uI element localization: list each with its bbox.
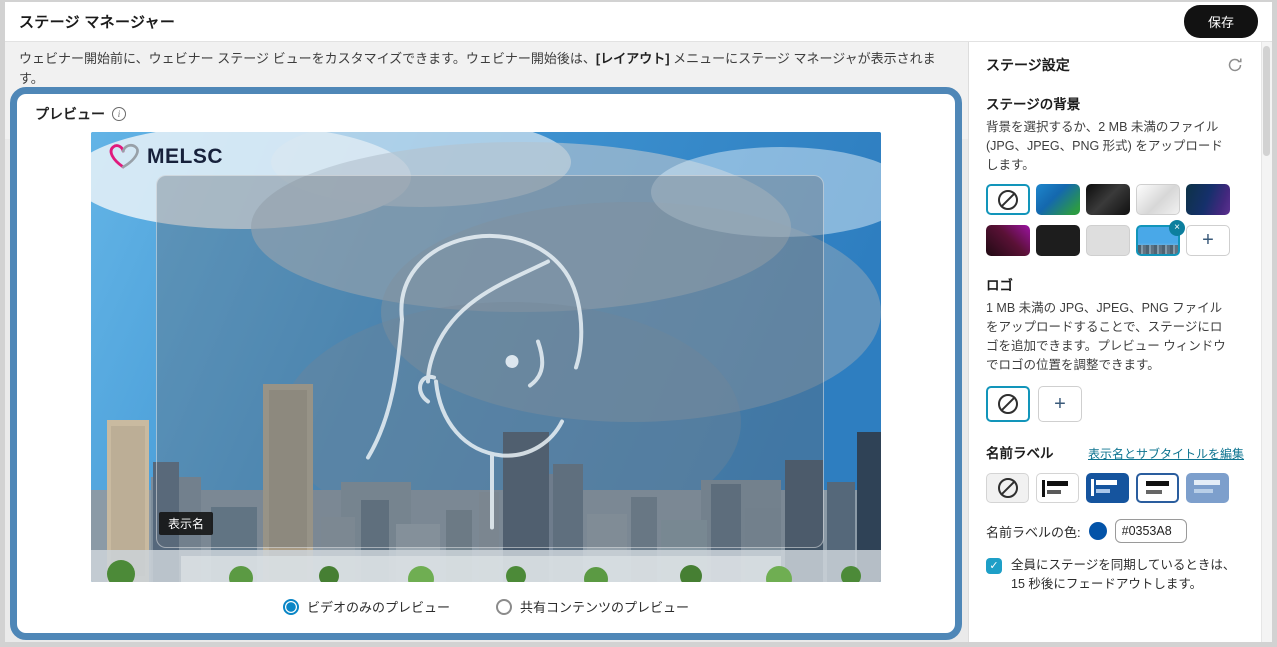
sync-fadeout-label: 全員にステージを同期しているときは、15 秒後にフェードアウトします。 (1011, 556, 1243, 594)
bg-option-light-wave[interactable] (1136, 184, 1180, 215)
window-frame: ステージ マネージャー 保存 ウェビナー開始前に、ウェビナー ステージ ビューを… (0, 0, 1277, 647)
melsc-heart-icon (107, 142, 141, 172)
stage-logo: MELSC (107, 142, 223, 172)
avatar-face-outline (340, 189, 640, 534)
namelabel-option-left-filled[interactable] (1086, 473, 1129, 503)
plus-icon: + (1054, 393, 1066, 416)
color-swatch[interactable] (1089, 522, 1107, 540)
color-value-input[interactable] (1115, 519, 1187, 543)
ban-icon (998, 394, 1018, 414)
refresh-icon[interactable] (1226, 56, 1244, 74)
namelabel-option-left-light[interactable] (1036, 473, 1079, 503)
bg-option-dark-wave[interactable] (1086, 184, 1130, 215)
stage-logo-text: MELSC (147, 145, 223, 169)
ban-icon (998, 190, 1018, 210)
radio-video-only-label: ビデオのみのプレビュー (307, 597, 450, 616)
display-name-tag[interactable]: 表示名 (159, 512, 213, 535)
logo-options-row: + (986, 386, 1244, 422)
background-heading: ステージの背景 (986, 93, 1244, 113)
stage-preview: MELSC (91, 132, 881, 582)
sidebar-title: ステージ設定 (986, 55, 1070, 75)
info-icon[interactable]: i (112, 107, 126, 121)
radio-video-only[interactable]: ビデオのみのプレビュー (283, 597, 450, 616)
stage-manager-app: ステージ マネージャー 保存 ウェビナー開始前に、ウェビナー ステージ ビューを… (5, 2, 1272, 642)
name-label-options-row (986, 473, 1244, 503)
page-title: ステージ マネージャー (19, 11, 175, 32)
main-area: ウェビナー開始前に、ウェビナー ステージ ビューをカスタマイズできます。ウェビナ… (5, 42, 968, 642)
bg-option-red-purple[interactable] (986, 225, 1030, 256)
scrollbar-thumb[interactable] (1263, 46, 1270, 156)
namelabel-option-none[interactable] (986, 473, 1029, 503)
logo-heading: ロゴ (986, 274, 1244, 294)
plus-icon: + (1202, 229, 1214, 252)
bg-add-button[interactable]: + (1186, 225, 1230, 256)
ban-icon (998, 478, 1018, 498)
preview-mode-radios: ビデオのみのプレビュー 共有コンテンツのプレビュー (35, 597, 937, 616)
content: ウェビナー開始前に、ウェビナー ステージ ビューをカスタマイズできます。ウェビナ… (5, 42, 1272, 642)
bg-option-black[interactable] (1036, 225, 1080, 256)
bg-option-light-gray[interactable] (1086, 225, 1130, 256)
banner-line1-pre: ウェビナー開始前に、ウェビナー ステージ ビューをカスタマイズできます。ウェビナ… (19, 51, 596, 66)
bg-option-city-selected[interactable]: × (1136, 225, 1180, 256)
background-description: 背景を選択するか、2 MB 未満のファイル (JPG、JPEG、PNG 形式) … (986, 118, 1234, 174)
sidebar-scrollbar[interactable] (1261, 42, 1272, 642)
radio-shared-content-label: 共有コンテンツのプレビュー (520, 597, 689, 616)
radio-shared-content[interactable]: 共有コンテンツのプレビュー (496, 597, 689, 616)
bg-option-purple-gradient[interactable] (1186, 184, 1230, 215)
logo-description: 1 MB 未満の JPG、JPEG、PNG ファイルをアップロードすることで、ス… (986, 299, 1234, 374)
name-label-heading: 名前ラベル (986, 442, 1054, 462)
radio-unselected-icon (496, 599, 512, 615)
video-placeholder-frame (156, 175, 824, 549)
remove-background-icon[interactable]: × (1169, 220, 1185, 236)
preview-panel: プレビュー i (10, 87, 962, 640)
header: ステージ マネージャー 保存 (5, 2, 1272, 42)
logo-add-button[interactable]: + (1038, 386, 1082, 422)
preview-title: プレビュー (35, 104, 105, 124)
bg-option-none[interactable] (986, 184, 1030, 215)
edit-display-name-link[interactable]: 表示名とサブタイトルを編集 (1088, 445, 1244, 462)
background-options-row1 (986, 184, 1244, 215)
banner-line1-bold: [レイアウト] (596, 51, 670, 66)
name-label-color-row: 名前ラベルの色: (986, 519, 1244, 543)
sync-fadeout-row: ✓ 全員にステージを同期しているときは、15 秒後にフェードアウトします。 (986, 556, 1244, 594)
radio-selected-icon (283, 599, 299, 615)
background-options-row2: × + (986, 225, 1244, 256)
namelabel-option-center-outlined-selected[interactable] (1136, 473, 1179, 503)
logo-option-none[interactable] (986, 386, 1030, 422)
checkbox-checked-icon[interactable]: ✓ (986, 558, 1002, 574)
save-button[interactable]: 保存 (1184, 5, 1258, 38)
name-label-color-label: 名前ラベルの色: (986, 522, 1081, 541)
stage-settings-sidebar: ステージ設定 ステージの背景 背景を選択するか、2 MB 未満のファイル (JP… (968, 42, 1272, 642)
bg-option-blue-green[interactable] (1036, 184, 1080, 215)
namelabel-option-filled-translucent[interactable] (1186, 473, 1229, 503)
